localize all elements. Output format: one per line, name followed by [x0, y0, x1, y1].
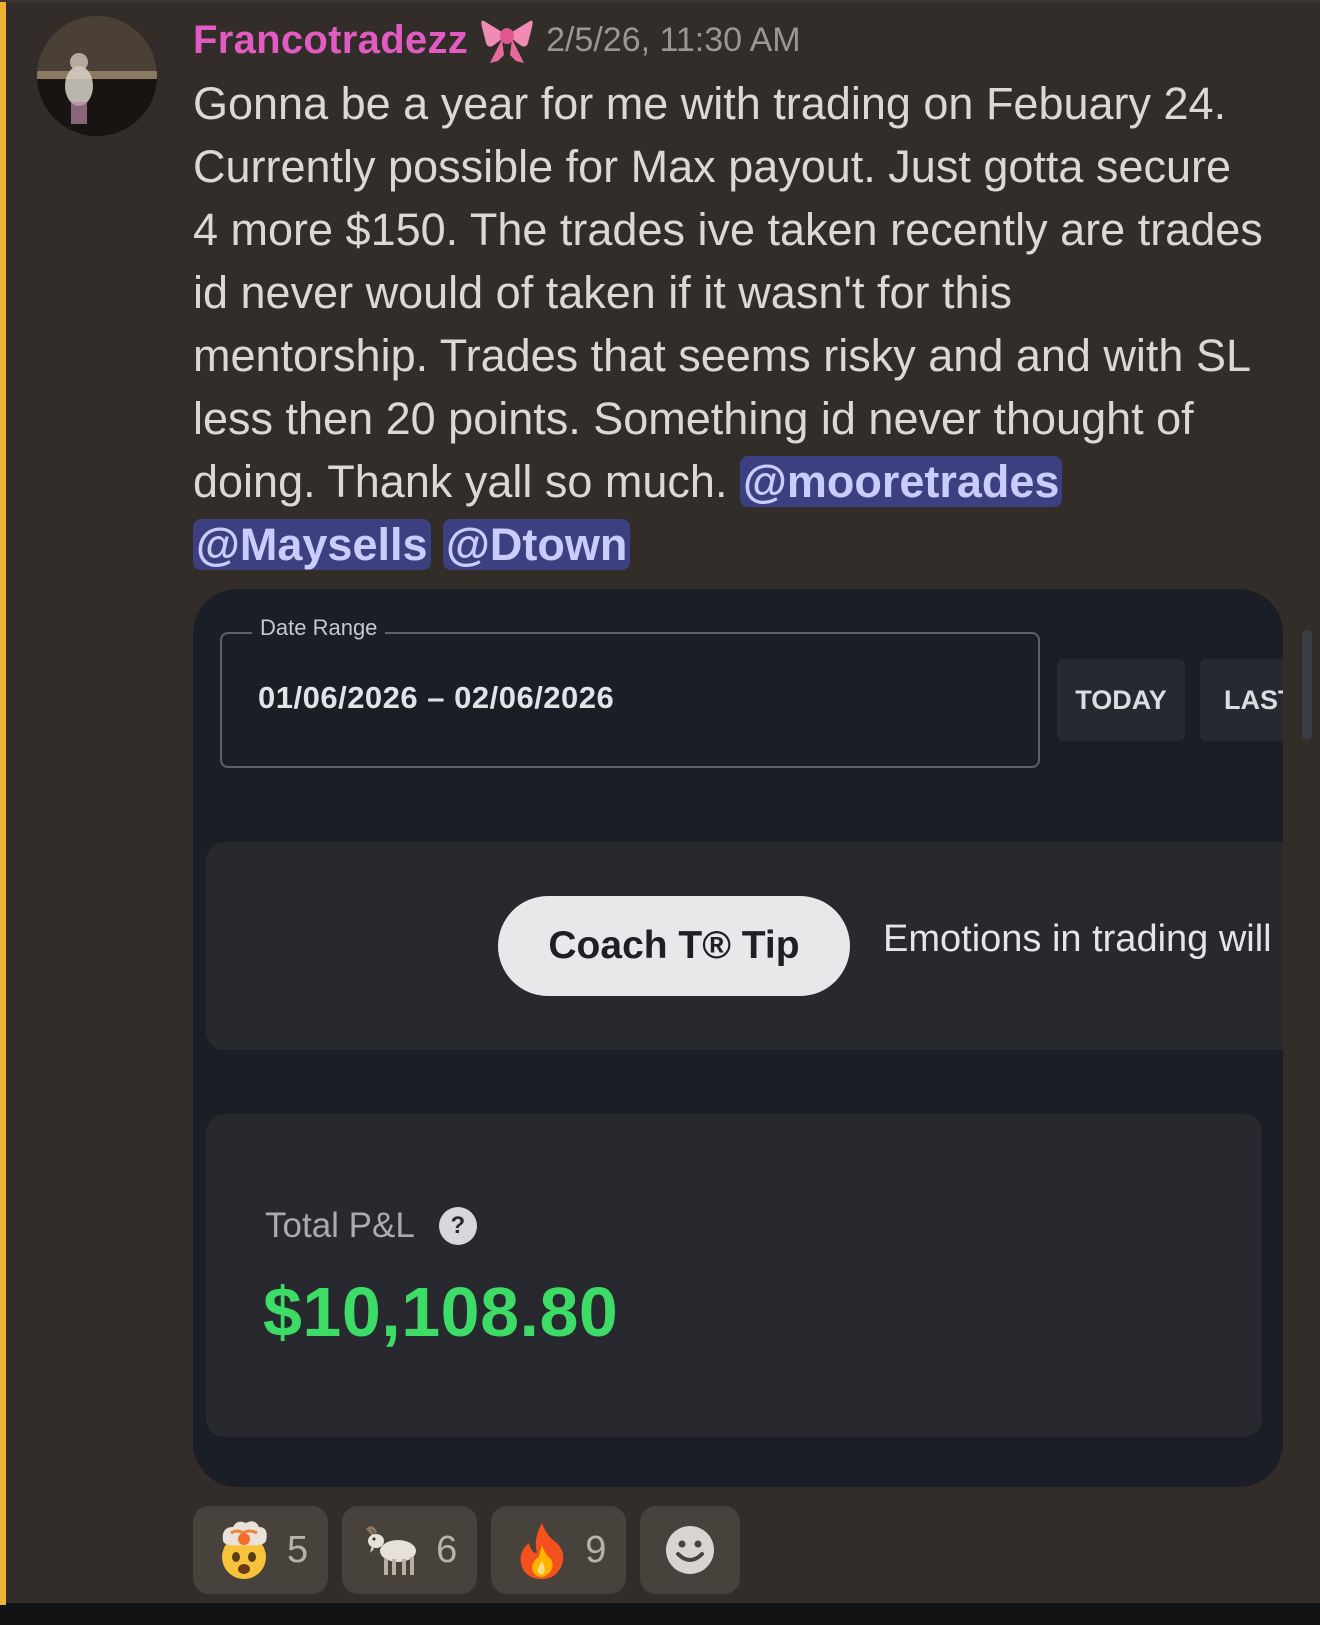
reactions-bar: 5 6 9 — [193, 1506, 741, 1594]
mention-mooretrades[interactable]: @mooretrades — [739, 456, 1063, 507]
scrollbar-thumb[interactable] — [1302, 630, 1312, 740]
reaction-goat[interactable]: 6 — [342, 1506, 478, 1594]
reaction-count: 9 — [585, 1528, 607, 1571]
today-button: TODAY — [1057, 659, 1185, 741]
goat-icon — [362, 1519, 424, 1581]
coach-tip-pill: Coach T® Tip — [498, 896, 850, 996]
message-line: Currently possible for Max payout. Just … — [193, 141, 1231, 192]
mention-maysells[interactable]: @Maysells — [193, 519, 431, 570]
reaction-count: 5 — [287, 1528, 309, 1571]
help-icon: ? — [438, 1207, 477, 1245]
date-range-value: 01/06/2026 – 02/06/2026 — [258, 680, 615, 715]
message-header: Francotradezz 2/5/26, 11:30 AM — [193, 10, 801, 70]
message-line: less then 20 points. Something id never … — [193, 393, 1194, 444]
message-line: 4 more $150. The trades ive taken recent… — [193, 204, 1263, 255]
timestamp: 2/5/26, 11:30 AM — [546, 20, 801, 59]
message-line: doing. Thank yall so much. — [193, 456, 740, 507]
message-line: mentorship. Trades that seems risky and … — [193, 330, 1252, 381]
message-line-with-mention: doing. Thank yall so much. @mooretrades — [193, 450, 1293, 513]
chat-message: Francotradezz 2/5/26, 11:30 AM Gonna be … — [0, 0, 1320, 1605]
mention-dtown[interactable]: @Dtown — [443, 519, 631, 570]
fire-icon — [511, 1519, 573, 1581]
total-pnl-label: Total P&L — [265, 1206, 415, 1245]
exploding-head-icon — [213, 1519, 275, 1581]
username[interactable]: Francotradezz — [193, 18, 468, 63]
coach-tip-text: Emotions in trading will — [883, 918, 1272, 960]
add-reaction-button[interactable] — [640, 1506, 741, 1594]
date-range-label: Date Range — [252, 615, 386, 641]
coach-tip-banner: Coach T® Tip Emotions in trading will — [206, 842, 1283, 1050]
last-button: LAST — [1200, 659, 1283, 741]
message-body: Gonna be a year for me with trading on F… — [193, 72, 1293, 576]
highlight-accent-bar — [0, 2, 6, 1605]
message-line: id never would of taken if it wasn't for… — [193, 267, 1012, 318]
reaction-count: 6 — [436, 1528, 458, 1571]
reaction-exploding-head[interactable]: 5 — [193, 1506, 329, 1594]
reaction-fire[interactable]: 9 — [491, 1506, 627, 1594]
total-pnl-value: $10,108.80 — [263, 1273, 619, 1351]
avatar[interactable] — [37, 16, 157, 136]
mention-line: @Maysells @Dtown — [193, 513, 1293, 576]
total-pnl-card: Total P&L ? $10,108.80 — [206, 1114, 1262, 1437]
image-attachment[interactable]: Date Range 01/06/2026 – 02/06/2026 TODAY… — [193, 589, 1283, 1487]
total-pnl-header: Total P&L ? — [265, 1206, 477, 1246]
ribbon-bow-icon — [480, 15, 534, 65]
add-reaction-smiley-icon — [664, 1524, 716, 1576]
date-range-field: Date Range 01/06/2026 – 02/06/2026 — [220, 615, 1040, 768]
message-line: Gonna be a year for me with trading on F… — [193, 78, 1227, 129]
